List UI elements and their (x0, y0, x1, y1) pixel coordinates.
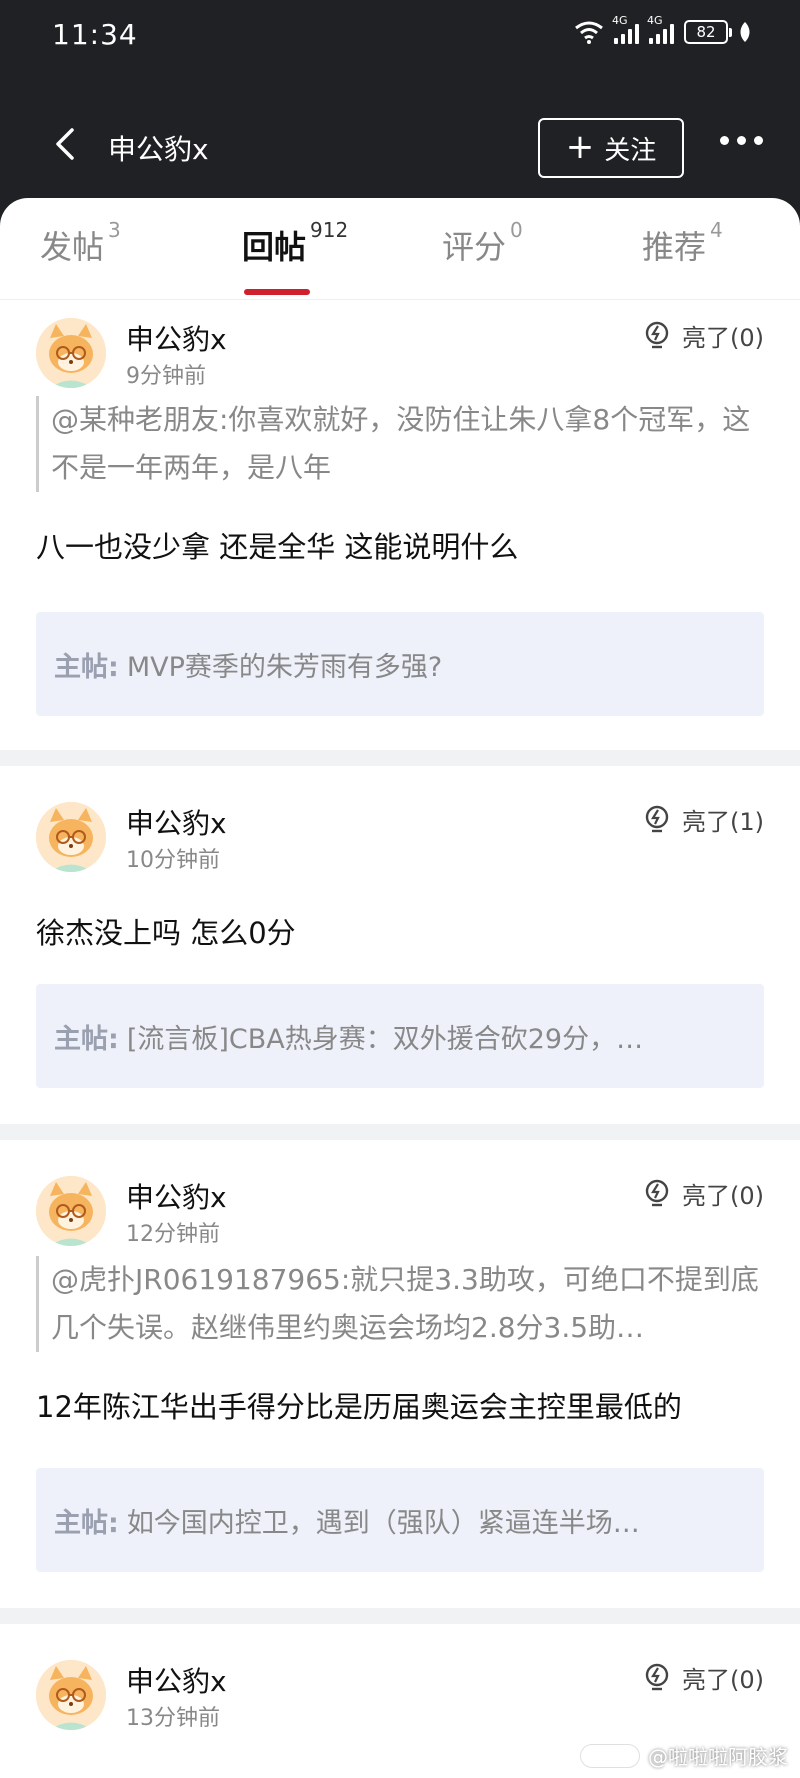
signal-icon-1: 4G (612, 14, 639, 44)
signal-label-1: 4G (612, 14, 628, 27)
like-count: 亮了(1) (682, 808, 764, 836)
tab-ratings[interactable]: 评分 0 (442, 218, 523, 268)
header-bar: 申公豹x + 关注 (0, 96, 800, 200)
divider (0, 750, 800, 766)
main-post-link[interactable]: 主帖: [流言板]CBA热身赛：双外援合砍29分，… (36, 984, 764, 1088)
quoted-reply: @某种老朋友:你喜欢就好，没防住让朱八拿8个冠军，这不是一年两年，是八年 (36, 396, 764, 492)
watermark-logo (580, 1743, 640, 1768)
back-arrow-icon[interactable] (48, 126, 84, 162)
post-time: 10分钟前 (126, 848, 220, 873)
reply-text: 12年陈江华出手得分比是历届奥运会主控里最低的 (36, 1390, 682, 1424)
active-tab-indicator (244, 289, 310, 295)
tab-replies-label: 回帖 (242, 228, 307, 266)
post-time: 13分钟前 (126, 1706, 220, 1731)
post-time: 12分钟前 (126, 1222, 220, 1247)
like-count: 亮了(0) (682, 324, 764, 352)
tab-replies[interactable]: 回帖 912 (242, 218, 348, 268)
tab-ratings-label: 评分 (442, 228, 507, 266)
lightbulb-icon (645, 1179, 669, 1206)
main-post-title: [流言板]CBA热身赛：双外援合砍29分，… (126, 1023, 644, 1055)
username[interactable]: 申公豹x (126, 1176, 227, 1216)
tab-ratings-count: 0 (510, 218, 523, 242)
fox-avatar-icon (36, 318, 106, 388)
content-sheet: 发帖 3 回帖 912 评分 0 推荐 4 申公豹x 9分钟前 亮了(0) @某… (0, 198, 800, 1778)
tab-posts[interactable]: 发帖 3 (40, 218, 121, 268)
lightbulb-icon (645, 805, 669, 832)
main-post-link[interactable]: 主帖: MVP赛季的朱芳雨有多强? (36, 612, 764, 716)
divider (0, 1608, 800, 1624)
fox-avatar-icon (36, 1176, 106, 1246)
tab-recommended[interactable]: 推荐 4 (642, 218, 723, 268)
username[interactable]: 申公豹x (126, 802, 227, 842)
leaf-icon (740, 22, 750, 42)
reply-item[interactable]: 申公豹x 9分钟前 亮了(0) @某种老朋友:你喜欢就好，没防住让朱八拿8个冠军… (0, 300, 800, 758)
main-post-title: MVP赛季的朱芳雨有多强? (126, 651, 443, 683)
tab-recommended-count: 4 (710, 218, 723, 242)
main-post-title: 如今国内控卫，遇到（强队）紧逼连半场… (126, 1507, 640, 1539)
main-post-label: 主帖: (54, 1023, 119, 1055)
battery-icon: 82 (684, 20, 732, 44)
follow-label: 关注 (604, 135, 657, 166)
signal-label-2: 4G (647, 14, 663, 27)
username[interactable]: 申公豹x (126, 1660, 227, 1700)
more-options-icon[interactable] (720, 136, 763, 145)
tab-posts-count: 3 (108, 218, 121, 242)
avatar[interactable] (36, 318, 106, 388)
fox-avatar-icon (36, 802, 106, 872)
like-button[interactable]: 亮了(0) (642, 1176, 764, 1211)
watermark-text: @啦啦啦阿胶浆 (648, 1745, 788, 1769)
tab-bar: 发帖 3 回帖 912 评分 0 推荐 4 (0, 198, 800, 300)
reply-item[interactable]: 申公豹x 10分钟前 亮了(1) 徐杰没上吗 怎么0分 主帖: [流言板]CBA… (0, 784, 800, 1154)
like-count: 亮了(0) (682, 1666, 764, 1694)
watermark: @啦啦啦阿胶浆 (580, 1741, 788, 1770)
status-icons: 4G 4G 82 (574, 14, 752, 44)
lightbulb-icon (645, 1663, 669, 1690)
tab-recommended-label: 推荐 (642, 228, 707, 266)
avatar[interactable] (36, 802, 106, 872)
reply-text: 徐杰没上吗 怎么0分 (36, 916, 296, 950)
fox-avatar-icon (36, 1660, 106, 1730)
main-post-label: 主帖: (54, 651, 119, 683)
quoted-reply: @虎扑JR0619187965:就只提3.3助攻，可绝口不提到底几个失误。赵继伟… (36, 1256, 764, 1352)
reply-text: 八一也没少拿 还是全华 这能说明什么 (36, 530, 519, 564)
main-post-label: 主帖: (54, 1507, 119, 1539)
signal-icon-2: 4G (647, 14, 674, 44)
avatar[interactable] (36, 1660, 106, 1730)
lightbulb-icon (645, 321, 669, 348)
like-button[interactable]: 亮了(0) (642, 1660, 764, 1695)
plus-icon: + (565, 126, 595, 167)
like-count: 亮了(0) (682, 1182, 764, 1210)
like-button[interactable]: 亮了(0) (642, 318, 764, 353)
page-title: 申公豹x (108, 133, 209, 166)
reply-item[interactable]: 申公豹x 12分钟前 亮了(0) @虎扑JR0619187965:就只提3.3助… (0, 1158, 800, 1616)
tab-replies-count: 912 (310, 218, 349, 242)
status-bar: 11:34 4G 4G 82 (0, 0, 800, 72)
post-time: 9分钟前 (126, 364, 206, 389)
username[interactable]: 申公豹x (126, 318, 227, 358)
wifi-icon (575, 21, 603, 44)
status-time: 11:34 (52, 18, 138, 51)
main-post-link[interactable]: 主帖: 如今国内控卫，遇到（强队）紧逼连半场… (36, 1468, 764, 1572)
like-button[interactable]: 亮了(1) (642, 802, 764, 837)
follow-button[interactable]: + 关注 (538, 118, 684, 178)
avatar[interactable] (36, 1176, 106, 1246)
tab-posts-label: 发帖 (40, 228, 105, 266)
divider (0, 1124, 800, 1140)
